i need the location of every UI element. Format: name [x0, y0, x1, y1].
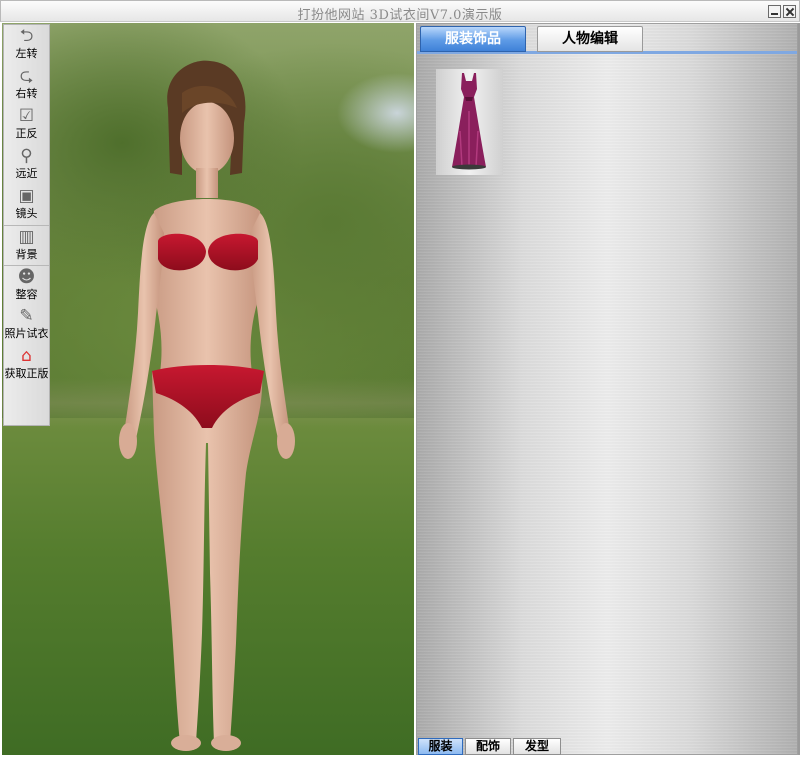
rotate-right-button[interactable]: ⮎ 右转: [4, 65, 49, 105]
dress-item-card[interactable]: [436, 69, 503, 175]
title-bar: 打扮他网站 3D试衣间V7.0演示版: [0, 0, 800, 23]
fitting-room-viewport[interactable]: [2, 23, 414, 755]
checkbox-flip-icon: ☑: [18, 106, 35, 126]
face-avatar-icon: ☻: [17, 267, 36, 287]
panel-tab-bar: 服装饰品 人物编辑: [417, 24, 797, 54]
background-button[interactable]: ▥ 背景: [4, 225, 49, 265]
photo-tryon-button[interactable]: ✎ 照片试衣: [4, 305, 49, 345]
zoom-button[interactable]: ⚲ 远近: [4, 145, 49, 185]
tab-clothing-accessories[interactable]: 服装饰品: [420, 26, 526, 52]
window-title: 打扮他网站 3D试衣间V7.0演示版: [297, 8, 503, 23]
camera-button[interactable]: ▣ 镜头: [4, 185, 49, 225]
zoom-label: 远近: [15, 167, 38, 180]
rotate-left-label: 左转: [15, 47, 38, 60]
tab-accessories[interactable]: 配饰: [465, 738, 511, 755]
rotate-right-label: 右转: [15, 87, 38, 100]
rotate-left-button[interactable]: ⮌ 左转: [4, 25, 49, 65]
magnifier-zoom-icon: ⚲: [20, 146, 33, 166]
camera-label: 镜头: [15, 207, 38, 220]
get-license-button[interactable]: ⌂ 获取正版: [4, 345, 49, 385]
category-tab-bar: 服装 配饰 发型: [418, 738, 798, 755]
purple-long-dress-thumbnail: [452, 73, 486, 170]
face-edit-button[interactable]: ☻ 整容: [4, 265, 49, 305]
flip-button[interactable]: ☑ 正反: [4, 105, 49, 145]
rotate-left-arrow-icon: ⮌: [19, 26, 34, 46]
tool-sidebar: ⮌ 左转 ⮎ 右转 ☑ 正反 ⚲ 远近 ▣ 镜头 ▥ 背景 ☻ 整容 ✎ 照片试…: [3, 24, 50, 426]
photo-film-icon: ✎: [19, 306, 34, 326]
tab-clothing[interactable]: 服装: [418, 738, 463, 755]
background-image-icon: ▥: [18, 227, 35, 247]
wardrobe-panel: 服装饰品 人物编辑 服装 配饰 发型: [416, 23, 798, 755]
face-edit-label: 整容: [15, 288, 38, 301]
minimize-icon[interactable]: [768, 5, 781, 18]
get-license-label: 获取正版: [4, 367, 49, 380]
flip-label: 正反: [15, 127, 38, 140]
3d-model-figure[interactable]: [102, 53, 312, 753]
tab-character-edit[interactable]: 人物编辑: [537, 26, 643, 52]
home-house-icon: ⌂: [21, 346, 32, 366]
camera-lens-icon: ▣: [18, 186, 35, 206]
background-label: 背景: [15, 248, 38, 261]
close-icon[interactable]: [783, 5, 796, 18]
tab-hairstyle[interactable]: 发型: [513, 738, 561, 755]
photo-tryon-label: 照片试衣: [4, 327, 49, 340]
rotate-right-arrow-icon: ⮎: [19, 66, 34, 86]
